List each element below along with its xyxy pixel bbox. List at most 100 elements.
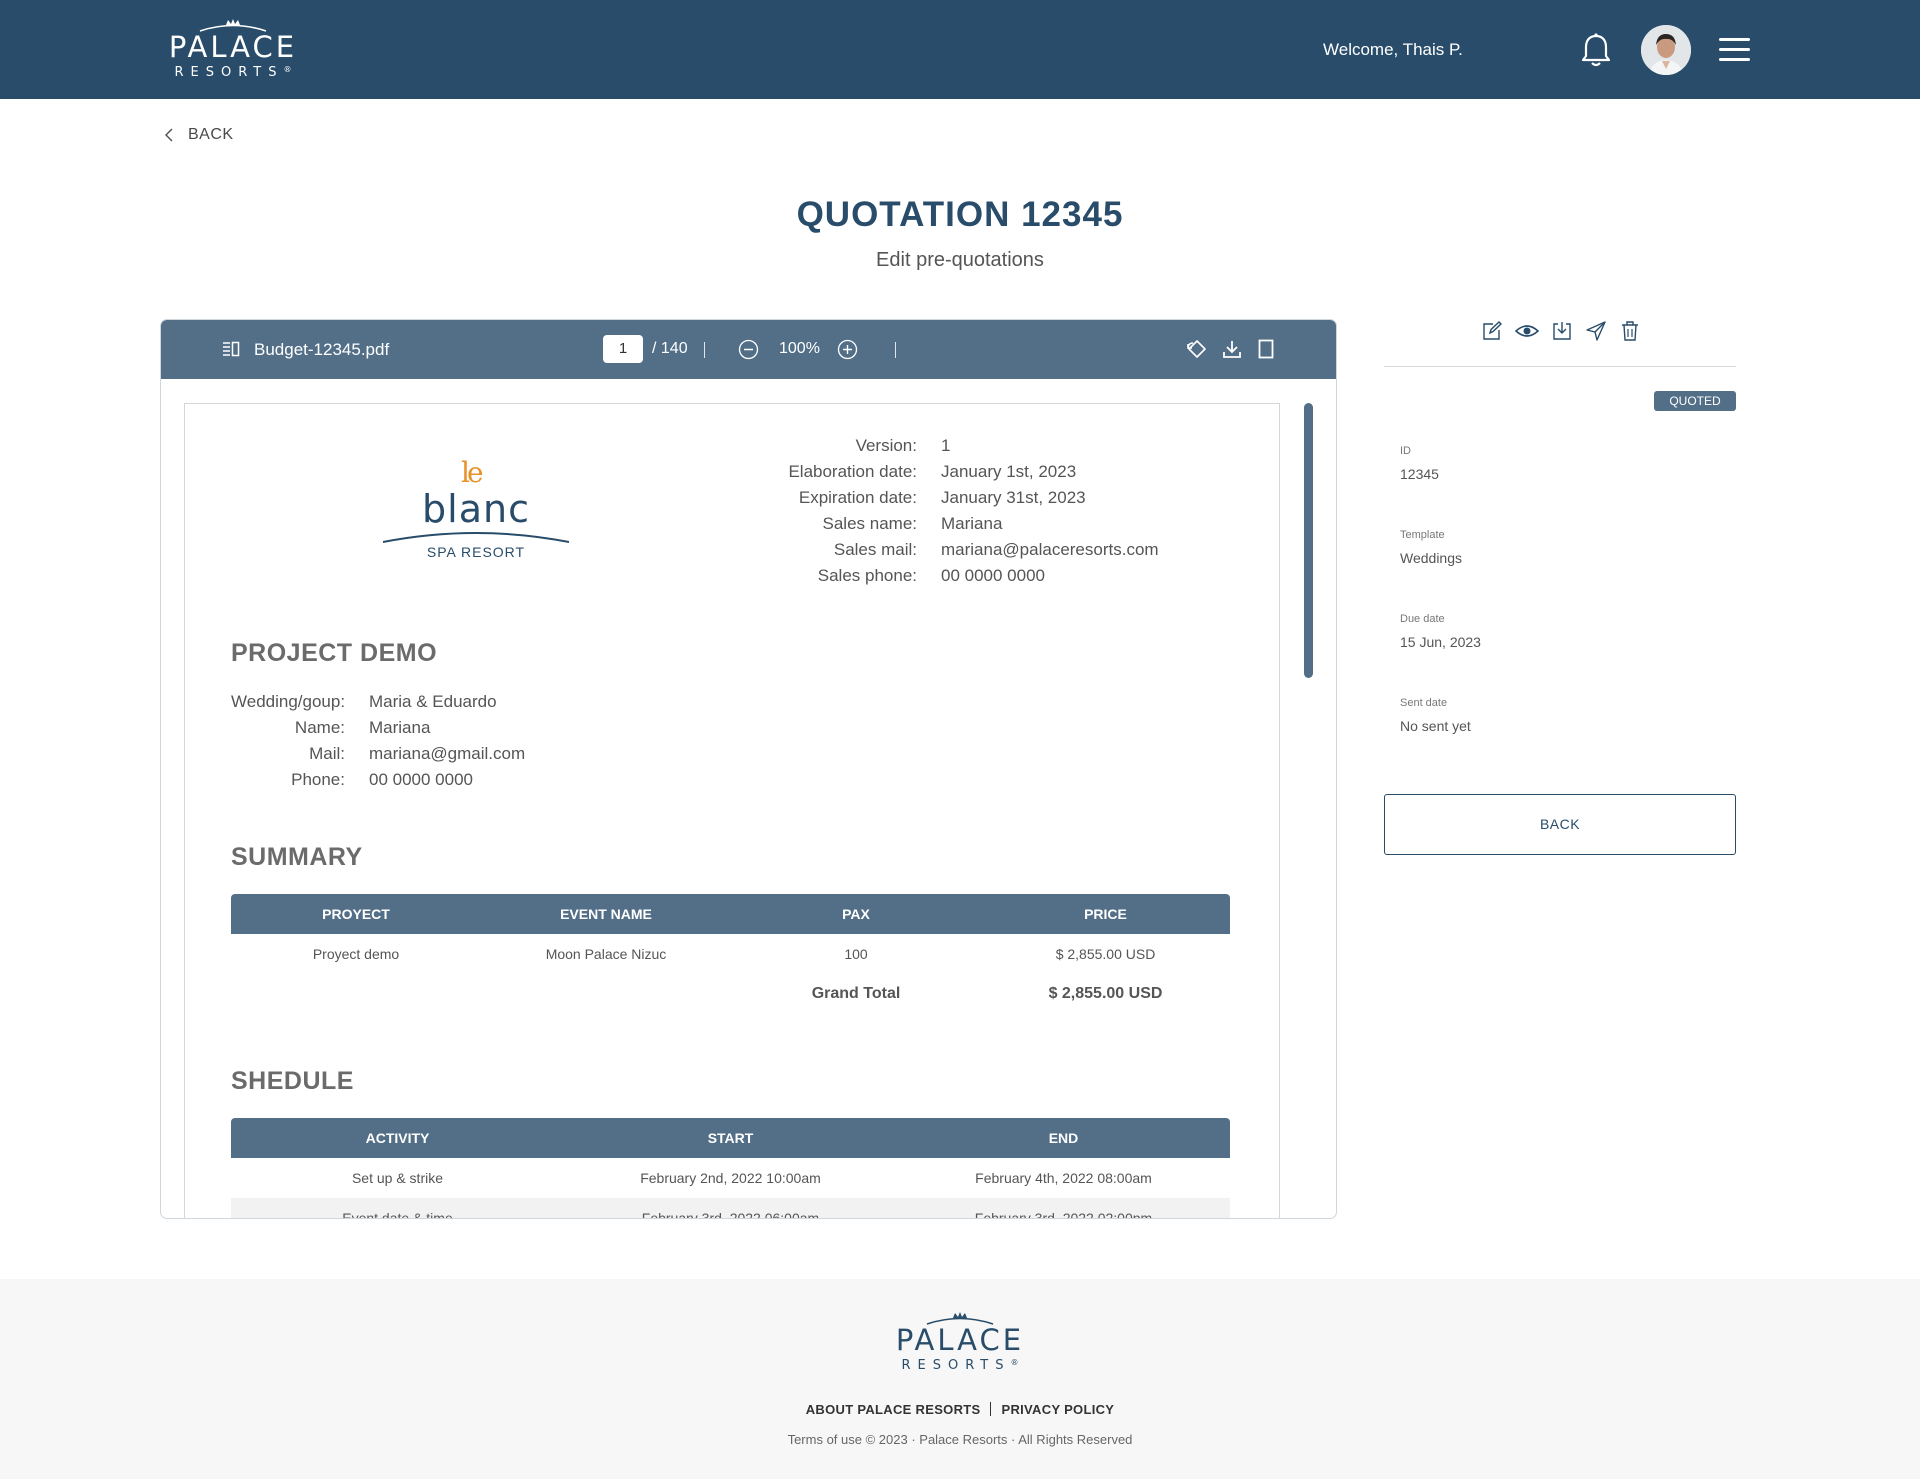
footer <box>0 1279 1920 1479</box>
pdf-scrollbar[interactable] <box>1304 403 1313 678</box>
kv-key: Sales name: <box>822 514 918 533</box>
logo-swoosh <box>382 532 570 543</box>
kv-row: Sales phone: 00 0000 0000 <box>785 563 1159 589</box>
footer-links: ABOUT PALACE RESORTS PRIVACY POLICY <box>0 1402 1920 1417</box>
kv-key: Phone: <box>291 770 345 789</box>
about-link[interactable]: ABOUT PALACE RESORTS <box>806 1402 981 1417</box>
table-header: PRICE <box>1084 906 1127 922</box>
kv-value: Mariana <box>369 718 431 737</box>
logo-tagline: SPA RESORT <box>426 544 526 560</box>
table-cell: Proyect demo <box>312 946 400 962</box>
pdf-filename: Budget-12345.pdf <box>254 340 390 359</box>
schedule-table: ACTIVITY START END Set up & strike February… <box>231 1118 1230 1219</box>
rotate-icon[interactable] <box>1186 338 1208 360</box>
table-header: END <box>1048 1130 1079 1146</box>
avatar-photo <box>1641 25 1691 75</box>
kv-row: Expiration date: January 31st, 2023 <box>785 485 1159 511</box>
privacy-link[interactable]: PRIVACY POLICY <box>1001 1402 1114 1417</box>
edit-icon[interactable] <box>1481 320 1503 342</box>
field-due-date-value: 15 Jun, 2023 <box>1400 634 1481 650</box>
zoom-in-icon[interactable] <box>837 339 858 360</box>
logo-name: blanc <box>422 487 530 531</box>
kv-value: January 1st, 2023 <box>941 462 1077 481</box>
back-button[interactable]: BACK <box>1384 794 1736 855</box>
table-row: Proyect demo Moon Palace Nizuc 100 $ 2,855.… <box>231 934 1230 974</box>
kv-row: Wedding/goup: Maria & Eduardo <box>231 689 525 715</box>
kv-key: Name: <box>294 718 345 737</box>
kv-row: Phone: 00 0000 0000 <box>231 767 525 793</box>
page-view-icon[interactable] <box>1258 339 1274 359</box>
project-title: PROJECT DEMO <box>231 639 438 667</box>
header: PALACE RESORTS® Welcome, Thais P. <box>0 0 1920 99</box>
table-header: PROYECT <box>322 906 390 922</box>
pdf-viewer: Budget-12345.pdf 1 / 140 100% le blanc S… <box>160 319 1337 1219</box>
le-blanc-logo: le blanc SPA RESORT <box>381 456 571 566</box>
welcome-text: Welcome, Thais P. <box>1323 40 1463 59</box>
kv-value: mariana@palaceresorts.com <box>941 540 1159 559</box>
page-number-input[interactable]: 1 <box>603 335 643 363</box>
field-id-label: ID <box>1400 445 1411 457</box>
table-row: Event date & time February 3rd, 2022 06:0… <box>231 1198 1230 1219</box>
page-total: / 140 <box>652 340 688 357</box>
table-cell: February 3rd, 2022 02:00pm <box>974 1210 1153 1219</box>
kv-value: Maria & Eduardo <box>369 692 497 711</box>
sidebar-toggle-icon[interactable] <box>222 341 240 357</box>
action-icons <box>1481 320 1641 342</box>
kv-key: Elaboration date: <box>788 462 917 481</box>
kv-key: Mail: <box>309 744 345 763</box>
table-row: Set up & strike February 2nd, 2022 10:00a… <box>231 1158 1230 1198</box>
table-cell: Event date & time <box>342 1210 453 1219</box>
bell-icon[interactable] <box>1580 32 1612 68</box>
logo-word-resorts: RESORTS® <box>174 65 292 80</box>
footer-logo-word-resorts: RESORTS® <box>901 1358 1019 1373</box>
download-icon[interactable] <box>1222 339 1242 359</box>
page-title: QUOTATION 12345 <box>796 195 1124 234</box>
kv-key: Version: <box>855 436 917 455</box>
kv-row: Mail: mariana@gmail.com <box>231 741 525 767</box>
pdf-toolbar: Budget-12345.pdf 1 / 140 100% <box>161 320 1336 379</box>
quote-meta: Version: 1 Elaboration date: January 1st, 2… <box>785 433 1159 589</box>
field-template-label: Template <box>1400 529 1445 541</box>
kv-value: Mariana <box>941 514 1003 533</box>
hamburger-menu-icon[interactable] <box>1719 38 1750 62</box>
trash-icon[interactable] <box>1619 320 1641 342</box>
download-icon[interactable] <box>1551 320 1573 342</box>
pdf-page: le blanc SPA RESORT Version: 1 Elaboration… <box>184 403 1280 1219</box>
palace-resorts-logo[interactable]: PALACE RESORTS® <box>163 18 303 80</box>
field-due-date-label: Due date <box>1400 613 1445 625</box>
summary-title: SUMMARY <box>231 843 363 871</box>
field-template-value: Weddings <box>1400 550 1463 566</box>
kv-row: Version: 1 <box>785 433 1159 459</box>
summary-table: PROYECT EVENT NAME PAX PRICE Proyect demo Mo… <box>231 894 1230 1014</box>
kv-value: 00 0000 0000 <box>369 770 473 789</box>
table-cell: $ 2,855.00 USD <box>1055 946 1156 962</box>
table-cell: Moon Palace Nizuc <box>545 946 667 962</box>
table-header: PAX <box>842 906 870 922</box>
back-link-label: BACK <box>188 126 234 143</box>
kv-key: Wedding/goup: <box>231 692 346 711</box>
table-header: EVENT NAME <box>560 906 652 922</box>
table-cell: 100 <box>844 946 868 962</box>
kv-row: Sales name: Mariana <box>785 511 1159 537</box>
field-sent-date-label: Sent date <box>1400 697 1448 709</box>
kv-key: Expiration date: <box>798 488 917 507</box>
table-cell: February 2nd, 2022 10:00am <box>640 1170 821 1186</box>
field-sent-date-value: No sent yet <box>1400 718 1471 734</box>
footer-logo[interactable]: PALACE RESORTS® <box>887 1311 1033 1373</box>
page-subtitle: Edit pre-quotations <box>876 249 1044 271</box>
send-icon[interactable] <box>1585 320 1607 342</box>
zoom-out-icon[interactable] <box>738 339 759 360</box>
status-badge: QUOTED <box>1654 391 1736 411</box>
table-cell: Set up & strike <box>351 1170 444 1186</box>
grand-total-value: $ 2,855.00 USD <box>1048 985 1163 1002</box>
table-cell: February 4th, 2022 08:00am <box>975 1170 1152 1186</box>
chevron-left-icon <box>165 128 173 142</box>
project-details: Wedding/goup: Maria & Eduardo Name: Mariana… <box>231 689 525 793</box>
eye-icon[interactable] <box>1515 320 1539 342</box>
kv-value: 00 0000 0000 <box>941 566 1045 585</box>
kv-key: Sales phone: <box>817 566 917 585</box>
zoom-level: 100% <box>779 340 820 357</box>
avatar[interactable] <box>1641 25 1691 75</box>
back-link[interactable]: BACK <box>165 126 234 144</box>
logo-word-palace: PALACE <box>168 30 298 64</box>
